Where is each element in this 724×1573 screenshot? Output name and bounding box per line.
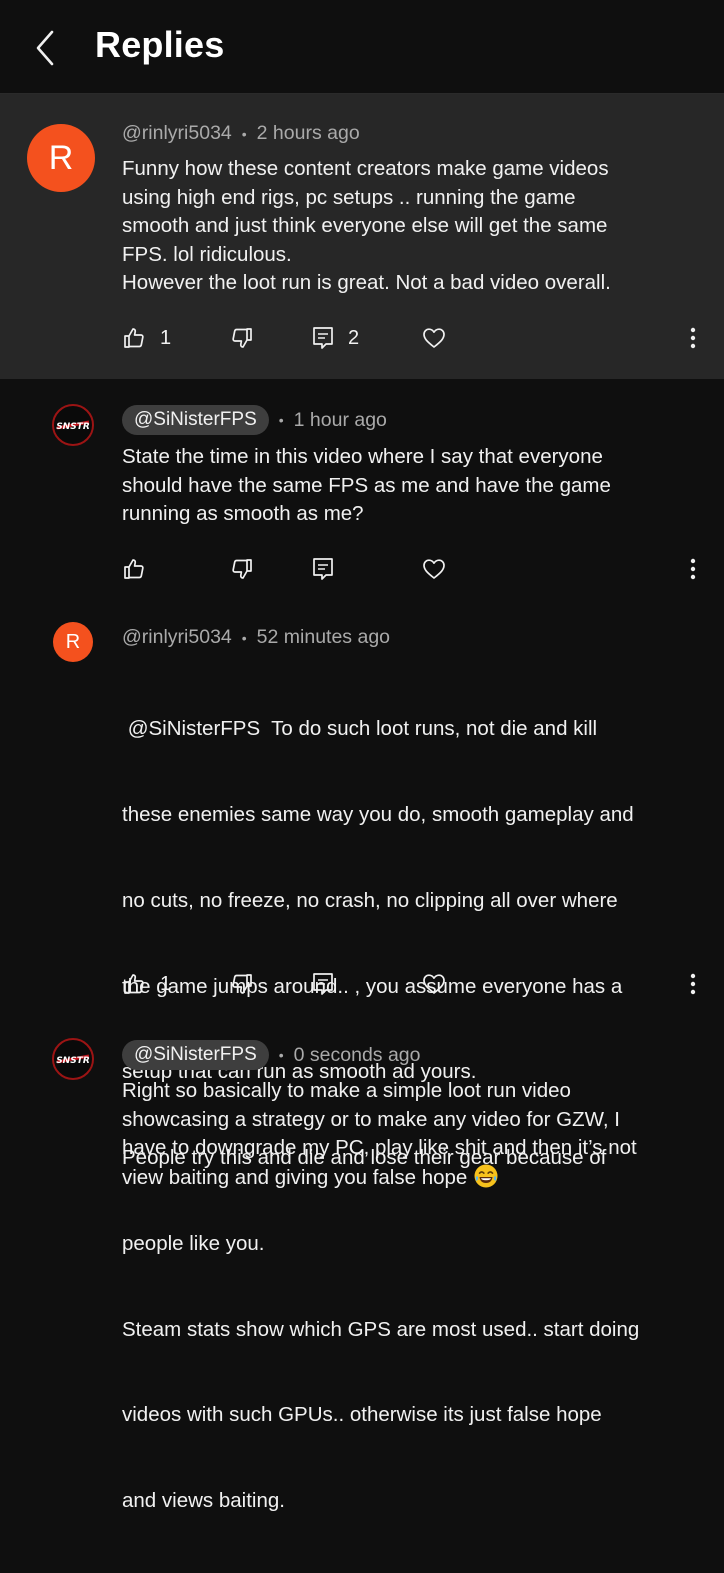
avatar[interactable]: SNSTR [52, 1038, 94, 1080]
avatar[interactable]: SNSTR [52, 404, 94, 446]
comment-line: view baiting and giving you false hope [122, 1165, 468, 1189]
timestamp: 2 hours ago [256, 122, 360, 144]
timestamp: 0 seconds ago [293, 1043, 421, 1066]
reply-comment: SNSTR @SiNisterFPS • 1 hour ago State th… [0, 380, 724, 610]
thumbs-down-icon [232, 974, 252, 994]
channel-logo-icon: SNSTR [56, 420, 90, 432]
comment-meta: @rinlyri5034 • 52 minutes ago [122, 626, 390, 649]
comment-line: Funny how these content creators make ga… [122, 157, 609, 180]
heart-icon [423, 559, 445, 579]
dislike-button[interactable] [230, 321, 254, 355]
comment-meta: @rinlyri5034 • 2 hours ago [122, 122, 360, 145]
more-vert-icon [690, 327, 696, 349]
author-handle-chip[interactable]: @SiNisterFPS [122, 405, 269, 435]
reply-comment: SNSTR @SiNisterFPS • 0 seconds ago Right… [0, 1030, 724, 1200]
like-button[interactable]: 1 [122, 321, 171, 355]
reply-icon [313, 327, 333, 349]
comment-body: State the time in this video where I say… [122, 443, 702, 529]
avatar-letter: R [65, 630, 81, 653]
comment-meta: @SiNisterFPS • 1 hour ago [122, 405, 387, 435]
comment-body: Right so basically to make a simple loot… [122, 1077, 702, 1192]
svg-text:SNSTR: SNSTR [56, 1056, 90, 1066]
avatar-letter: R [48, 138, 74, 177]
reply-icon [313, 558, 333, 580]
comment-line: Steam stats show which GPS are most used… [122, 1317, 640, 1341]
reply-comment: R @rinlyri5034 • 52 minutes ago @SiNiste… [0, 610, 724, 1512]
back-button[interactable] [30, 28, 64, 68]
comment-line: smooth and just think everyone else will… [122, 214, 608, 238]
header-bar: Replies [0, 0, 724, 94]
channel-logo-icon: SNSTR [56, 1054, 90, 1066]
author-handle-chip[interactable]: @SiNisterFPS [122, 1040, 269, 1070]
separator-dot: • [278, 1047, 284, 1063]
comment-line: FPS. lol ridiculous. [122, 242, 292, 266]
comment-line: showcasing a strategy or to make any vid… [122, 1107, 620, 1131]
comment-line: using high end rigs, pc setups .. runnin… [122, 185, 576, 209]
comment-line: videos with such GPUs.. otherwise its ju… [122, 1403, 602, 1427]
thumbs-down-icon [232, 328, 252, 348]
heart-icon [423, 328, 445, 348]
laughing-emoji-icon [474, 1164, 498, 1188]
comment-line: However the loot run is great. Not a bad… [122, 271, 611, 295]
comment-line: should have the same FPS as me and have … [122, 473, 611, 497]
comment-line: these enemies same way you do, smooth ga… [122, 802, 634, 826]
comment-line-with-emoji: view baiting and giving you false hope [122, 1163, 702, 1193]
comment-line: no cuts, no freeze, no crash, no clippin… [122, 888, 618, 912]
separator-dot: • [241, 629, 247, 646]
back-chevron-icon [36, 30, 54, 66]
more-options-button[interactable] [682, 552, 704, 586]
dislike-button[interactable] [230, 552, 254, 586]
like-button[interactable]: 1 [122, 967, 171, 1001]
thumbs-up-icon [124, 974, 144, 994]
comment-meta: @SiNisterFPS • 0 seconds ago [122, 1040, 421, 1070]
svg-text:SNSTR: SNSTR [56, 422, 90, 432]
separator-dot: • [278, 412, 284, 428]
more-vert-icon [690, 973, 696, 995]
comment-line: and views baiting. [122, 1489, 285, 1513]
avatar[interactable]: R [27, 124, 95, 192]
reply-button[interactable]: 2 [312, 321, 359, 355]
reply-icon [313, 973, 333, 995]
timestamp: 52 minutes ago [256, 626, 391, 648]
thumbs-up-icon [124, 559, 144, 579]
comment-line: State the time in this video where I say… [122, 445, 603, 468]
comment-body: Funny how these content creators make ga… [122, 155, 702, 298]
avatar[interactable]: R [53, 622, 93, 662]
thumbs-down-icon [232, 559, 252, 579]
reply-button[interactable] [312, 552, 334, 586]
comment-actions: 1 [0, 967, 724, 1001]
page-title: Replies [95, 24, 225, 65]
timestamp: 1 hour ago [293, 408, 387, 431]
author-handle[interactable]: @rinlyri5034 [122, 122, 232, 145]
like-button[interactable] [122, 552, 146, 586]
like-count: 1 [160, 972, 172, 995]
comment-actions: 1 2 [0, 321, 724, 355]
reply-button[interactable] [312, 967, 334, 1001]
comment-line: people like you. [122, 1231, 265, 1255]
heart-button[interactable] [422, 552, 446, 586]
like-count: 1 [160, 326, 172, 349]
heart-icon [423, 974, 445, 994]
reply-count: 2 [348, 326, 360, 349]
comment-line: Right so basically to make a simple loot… [122, 1079, 571, 1102]
more-options-button[interactable] [682, 321, 704, 355]
dislike-button[interactable] [230, 967, 254, 1001]
heart-button[interactable] [422, 967, 446, 1001]
author-handle[interactable]: @rinlyri5034 [122, 626, 232, 649]
comment-actions [0, 552, 724, 586]
parent-comment: R @rinlyri5034 • 2 hours ago Funny how t… [0, 94, 724, 379]
separator-dot: • [241, 125, 247, 142]
more-options-button[interactable] [682, 967, 704, 1001]
thumbs-up-icon [124, 328, 144, 348]
comment-line: have to downgrade my PC, play like shit … [122, 1136, 637, 1160]
heart-button[interactable] [422, 321, 446, 355]
comment-line: running as smooth as me? [122, 502, 364, 526]
more-vert-icon [690, 558, 696, 580]
comment-line: @SiNisterFPS To do such loot runs, not d… [122, 717, 598, 741]
